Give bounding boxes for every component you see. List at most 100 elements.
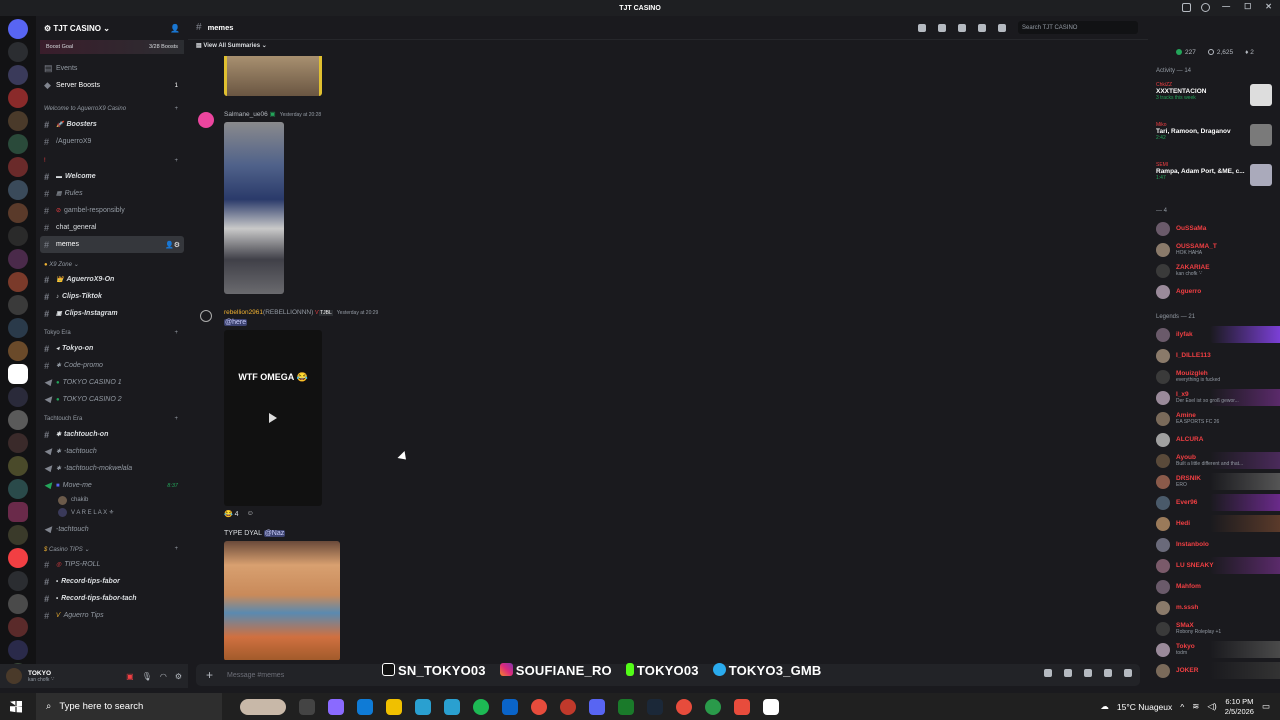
server-icon[interactable] — [8, 341, 28, 361]
maximize-button[interactable]: ☐ — [1244, 2, 1251, 11]
voice-tokyo-casino-1[interactable]: ◀ ● TOKYO CASINO 1 — [36, 374, 188, 391]
server-icon[interactable] — [8, 617, 28, 637]
video-attachment[interactable]: WTF OMEGA 😂 — [224, 330, 322, 506]
voice-tokyo-casino-2[interactable]: ◀ ● TOKYO CASINO 2 — [36, 391, 188, 408]
upload-plus-icon[interactable]: + — [206, 668, 213, 682]
member-item[interactable]: Hedi — [1148, 513, 1280, 534]
server-icon[interactable] — [8, 456, 28, 476]
category-bang[interactable]: ! + — [36, 154, 188, 168]
spotify-icon[interactable] — [473, 698, 489, 715]
voice-tachtouch-mokwelala[interactable]: ◀ ✱ -tachtouch-mokwelala — [36, 460, 188, 477]
channel-record-tips-fabor-tach[interactable]: # • Record-tips-fabor-tach — [36, 590, 188, 607]
discord-icon[interactable] — [589, 698, 605, 715]
member-item[interactable]: Amine EA SPORTS FC 26 — [1148, 408, 1280, 429]
member-item[interactable]: Aguerro — [1148, 281, 1280, 302]
task-view-icon[interactable] — [299, 698, 315, 715]
gift-icon[interactable] — [1044, 669, 1052, 677]
channel-gambel-responsibly[interactable]: # ⊘ gambel-responsibly — [36, 202, 188, 219]
server-icon[interactable] — [8, 594, 28, 614]
server-icon[interactable] — [8, 42, 28, 62]
server-icon[interactable] — [8, 295, 28, 315]
server-icon[interactable] — [8, 111, 28, 131]
loading-avatar[interactable] — [200, 310, 212, 322]
game-icon[interactable]: ▣ — [126, 672, 134, 681]
add-channel-icon[interactable]: + — [174, 330, 178, 336]
channel-rules[interactable]: # ▦ Rules — [36, 185, 188, 202]
bell-icon[interactable] — [938, 23, 946, 32]
server-icon[interactable] — [8, 318, 28, 338]
inbox-icon[interactable] — [1182, 3, 1191, 12]
image-attachment[interactable] — [224, 541, 340, 660]
member-item[interactable]: I_x9 Der Esel ist so groß gewor... — [1148, 387, 1280, 408]
user-settings-icon[interactable]: ⚙ — [175, 672, 182, 681]
channel-tokyo-on[interactable]: # ◂ Tokyo-on — [36, 340, 188, 357]
server-icon[interactable] — [8, 502, 28, 522]
category-welcome[interactable]: Welcome to AguerroX9 Casino + — [36, 102, 188, 116]
image-attachment[interactable] — [224, 122, 284, 294]
channel-memes[interactable]: # memes 👤⚙ — [40, 236, 184, 253]
play-icon[interactable] — [269, 413, 277, 423]
members-icon[interactable] — [978, 23, 986, 32]
add-member-icon[interactable]: 👤 — [170, 24, 180, 33]
server-icon[interactable] — [8, 272, 28, 292]
member-item[interactable]: ALCURA — [1148, 429, 1280, 450]
voice-user-chakib[interactable]: chakib — [36, 494, 188, 506]
boost-goal-bar[interactable]: Boost Goal 3/28 Boosts — [40, 40, 184, 54]
channel-code-promo[interactable]: # ✱ Code-promo — [36, 357, 188, 374]
server-icon[interactable] — [8, 364, 28, 384]
weather-text[interactable]: 15°C Nuageux — [1117, 702, 1172, 712]
add-reaction-icon[interactable]: ☺ — [247, 510, 254, 518]
discord-default-avatar[interactable] — [198, 112, 214, 128]
msstore-icon[interactable] — [444, 698, 460, 715]
member-item[interactable]: I_DILLE113 — [1148, 345, 1280, 366]
server-icon[interactable] — [8, 387, 28, 407]
voice-move-me[interactable]: ◀ ■ Move-me 8:37 — [36, 477, 188, 494]
volume-icon[interactable]: ◁) — [1207, 701, 1216, 712]
category-tachtouch-era[interactable]: Tachtouch Era + — [36, 412, 188, 426]
member-item[interactable]: m.sssh — [1148, 597, 1280, 618]
add-channel-icon[interactable]: + — [174, 106, 178, 112]
apps-icon[interactable] — [1124, 669, 1132, 677]
channel-tips-roll[interactable]: # ◎ TIPS-ROLL — [36, 556, 188, 573]
activity-item[interactable]: Miko Tari, Ramoon, Draganov 2:42 — [1148, 118, 1280, 158]
voice-user-varelax[interactable]: V A R E L A X ⚜ — [36, 506, 188, 518]
member-item[interactable]: SMaX Robony Roleplay +1 — [1148, 618, 1280, 639]
windows-start-icon[interactable] — [10, 700, 22, 713]
previous-image-attachment[interactable] — [224, 56, 322, 96]
member-item[interactable]: JOKER — [1148, 660, 1280, 681]
sticker-icon[interactable] — [1084, 669, 1092, 677]
widget-icon[interactable] — [240, 698, 286, 715]
chrome-2-icon[interactable] — [705, 698, 721, 715]
channel-server-boosts[interactable]: ◆ Server Boosts 1 — [36, 77, 188, 94]
mic-icon[interactable]: 🎙 — [142, 672, 152, 681]
activity-item[interactable]: ChkiZZ XXXTENTACION 3 tracks this week — [1148, 78, 1280, 118]
member-item[interactable]: OUSSAMA_T HOK HAHA — [1148, 239, 1280, 260]
server-icon[interactable] — [8, 410, 28, 430]
member-item[interactable]: Tokyo todm — [1148, 639, 1280, 660]
member-item[interactable]: OuSSaMa — [1148, 218, 1280, 239]
emoji-icon[interactable] — [1104, 669, 1112, 677]
mention[interactable]: @Naz — [263, 530, 286, 537]
wifi-icon[interactable]: ≋ — [1192, 701, 1199, 712]
server-icon[interactable] — [8, 548, 28, 568]
file-explorer-icon[interactable] — [386, 698, 402, 715]
threads-icon[interactable] — [918, 23, 926, 32]
server-icon[interactable] — [8, 134, 28, 154]
author-name[interactable]: rebellion2961 — [224, 309, 263, 316]
server-icon[interactable] — [8, 65, 28, 85]
clock[interactable]: 6:10 PM 2/5/2026 — [1225, 697, 1254, 717]
add-channel-icon[interactable]: + — [174, 546, 178, 552]
search-input[interactable]: Search TJT CASINO — [1018, 21, 1138, 34]
channel-record-tips-fabor[interactable]: # • Record-tips-fabor — [36, 573, 188, 590]
antivirus-icon[interactable] — [734, 698, 750, 715]
member-item[interactable]: Mouizgleh everything is fucked — [1148, 366, 1280, 387]
view-summaries-button[interactable]: ▤ View All Summaries ⌄ — [196, 42, 267, 49]
author-name[interactable]: Salmane_ue06 — [224, 111, 268, 118]
server-icon[interactable] — [8, 19, 28, 39]
chrome-profile-icon[interactable] — [676, 698, 692, 715]
channel-tachtouch-on[interactable]: # ✱ tachtouch-on — [36, 426, 188, 443]
member-item[interactable]: Ever96 — [1148, 492, 1280, 513]
server-header[interactable]: ⚙ TJT CASINO ⌄ 👤 — [36, 16, 188, 40]
member-item[interactable]: Ayoub Built a little different and that..… — [1148, 450, 1280, 471]
pin-icon[interactable] — [958, 23, 966, 32]
